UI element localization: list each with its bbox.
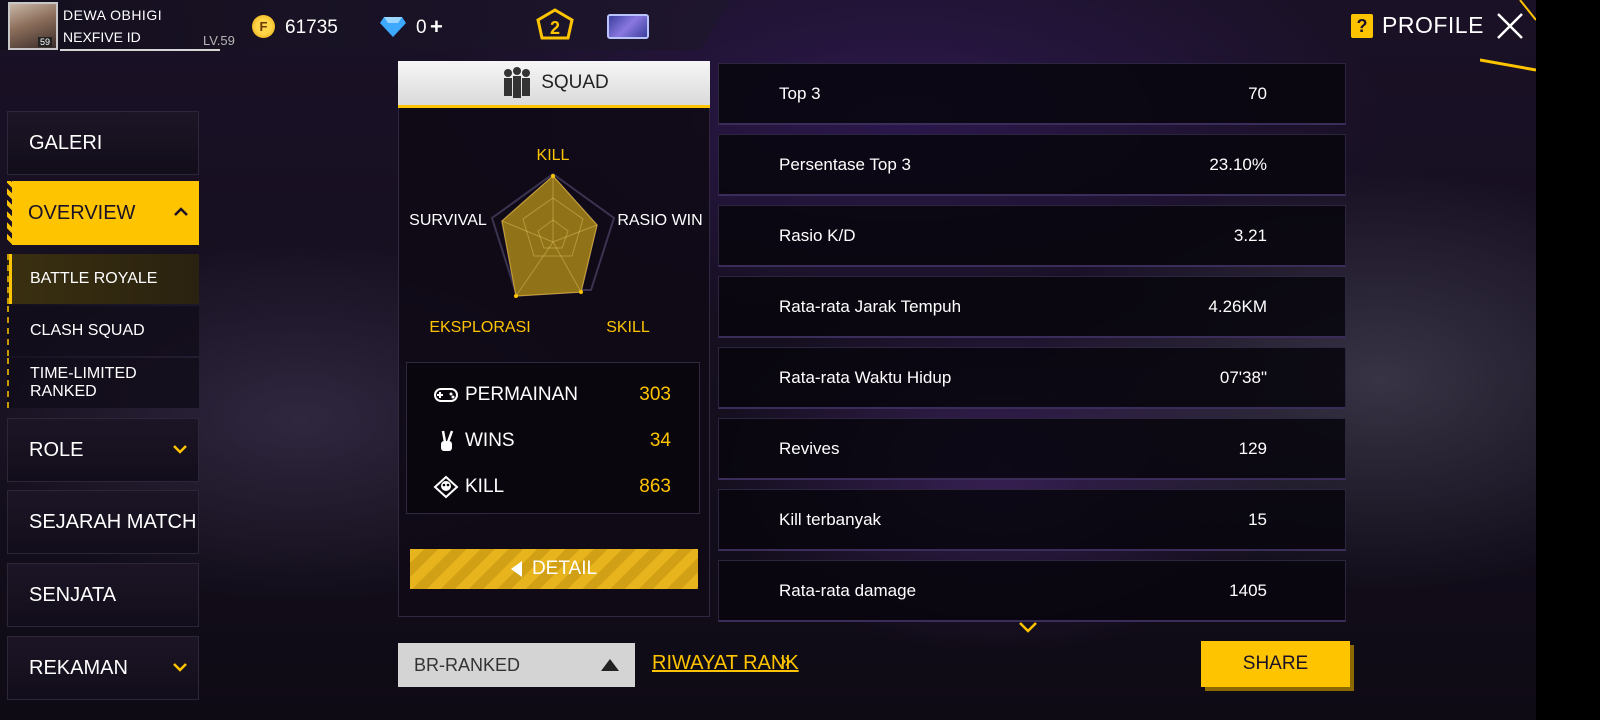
add-diamond-button[interactable]: + [430, 14, 443, 40]
sidebar-item-label: ROLE [29, 438, 84, 461]
page-title: PROFILE [1382, 12, 1484, 38]
stat-value: 1405 [1229, 581, 1267, 600]
share-button[interactable]: SHARE [1201, 641, 1350, 687]
stat-row: Revives 129 [718, 418, 1346, 480]
summary-value: 34 [649, 430, 671, 451]
stat-row: Rasio K/D 3.21 [718, 205, 1346, 267]
summary-row-wins: WINS 34 [433, 426, 683, 456]
player-name: DEWA OBHIGI [63, 7, 163, 23]
detail-button[interactable]: DETAIL [410, 549, 698, 589]
stat-label: Rata-rata Jarak Tempuh [779, 297, 962, 316]
radar-label-survival: SURVIVAL [409, 212, 487, 229]
stat-row: Rata-rata Jarak Tempuh 4.26KM [718, 276, 1346, 338]
chevron-down-icon [173, 663, 187, 672]
avatar-level: 59 [38, 37, 53, 47]
sidebar-item-label: SEJARAH MATCH [29, 510, 197, 533]
sidebar-subitem-time-limited-ranked[interactable]: TIME-LIMITED RANKED [7, 358, 199, 408]
sidebar-item-label: OVERVIEW [28, 201, 136, 224]
gold-coin-icon: F [252, 15, 275, 38]
tab-label: SQUAD [541, 72, 609, 93]
sidebar-item-galeri[interactable]: GALERI [7, 111, 199, 175]
sidebar-item-label: REKAMAN [29, 656, 128, 679]
sidebar-subitem-label: TIME-LIMITED RANKED [30, 365, 137, 400]
sidebar-item-overview[interactable]: OVERVIEW [7, 181, 199, 245]
sidebar-item-sejarah-match[interactable]: SEJARAH MATCH [7, 490, 199, 554]
detail-button-label: DETAIL [531, 558, 598, 579]
sidebar-item-label: GALERI [29, 131, 103, 154]
stat-row: Rata-rata Waktu Hidup 07'38" [718, 347, 1346, 409]
stat-label: Top 3 [779, 84, 821, 103]
stat-value: 3.21 [1233, 226, 1267, 245]
chevron-down-icon [173, 445, 187, 454]
stat-row: Rata-rata damage 1405 [718, 560, 1346, 622]
summary-value: 303 [639, 384, 671, 405]
stat-value: 23.10% [1209, 155, 1267, 174]
mode-select[interactable]: BR-RANKED [398, 643, 635, 687]
squad-icon [504, 67, 531, 98]
stat-row: Persentase Top 3 23.10% [718, 134, 1346, 196]
player-level: LV.59 [203, 33, 235, 48]
radar-chart: KILL RASIO WIN SKILL EKSPLORASI SURVIVAL [409, 147, 703, 336]
tab-squad[interactable]: SQUAD [398, 61, 710, 108]
stat-value: 4.26KM [1208, 297, 1267, 316]
screen-edge [1536, 0, 1600, 720]
skull-icon [433, 475, 459, 499]
summary-label: WINS [465, 430, 515, 451]
diamond-icon [380, 17, 406, 37]
sidebar-item-label: SENJATA [29, 583, 117, 606]
mode-select-value: BR-RANKED [414, 654, 521, 675]
sidebar-item-senjata[interactable]: SENJATA [7, 563, 199, 627]
share-button-label: SHARE [1242, 653, 1309, 674]
stat-row: Kill terbanyak 15 [718, 489, 1346, 551]
chevron-up-icon [174, 207, 188, 216]
scroll-down-icon[interactable] [1018, 620, 1038, 634]
stat-label: Kill terbanyak [779, 510, 882, 529]
radar-label-rasio-win: RASIO WIN [617, 212, 702, 229]
sidebar-subitem-label: CLASH SQUAD [30, 322, 145, 339]
stat-value: 129 [1238, 439, 1267, 458]
victory-hand-icon [441, 430, 454, 451]
sidebar-subitem-label: BATTLE ROYALE [30, 270, 158, 287]
radar-label-eksplorasi: EKSPLORASI [429, 319, 530, 336]
summary-value: 863 [639, 476, 671, 497]
stat-value: 70 [1248, 84, 1267, 103]
summary-box: PERMAINAN 303 WINS 34 KILL 863 [406, 362, 700, 514]
stat-label: Rasio K/D [779, 226, 856, 245]
sidebar-subitem-clash-squad[interactable]: CLASH SQUAD [7, 306, 199, 356]
rank-badge-icon[interactable]: 2 [534, 8, 576, 44]
exp-bar [60, 49, 220, 51]
stat-label: Rata-rata damage [779, 581, 917, 600]
stat-value: 07'38" [1219, 368, 1267, 387]
coin-count: 61735 [285, 17, 338, 38]
triangle-up-icon [601, 659, 619, 671]
arrow-left-icon [510, 561, 522, 577]
stat-value: 15 [1248, 510, 1267, 529]
stat-row: Top 3 70 [718, 63, 1346, 125]
double-chevron-right-icon: » [780, 650, 792, 672]
player-clan: NEXFIVE ID [63, 29, 141, 45]
sidebar-subitem-battle-royale[interactable]: BATTLE ROYALE [7, 254, 199, 304]
elite-pass-icon[interactable] [607, 14, 649, 39]
summary-label: KILL [465, 476, 505, 497]
corner-decoration [1480, 0, 1536, 72]
rank-history-link[interactable]: RIWAYAT RANK [652, 652, 799, 675]
gamepad-icon [434, 388, 458, 402]
summary-row-kill: KILL 863 [433, 472, 683, 502]
diamond-count: 0 [416, 17, 427, 38]
summary-row-permainan: PERMAINAN 303 [433, 380, 683, 410]
svg-text:2: 2 [550, 18, 560, 38]
stat-label: Rata-rata Waktu Hidup [779, 368, 952, 387]
help-icon[interactable]: ? [1351, 14, 1373, 38]
radar-label-kill: KILL [537, 147, 570, 164]
stat-label: Revives [779, 439, 840, 458]
sidebar-item-role[interactable]: ROLE [7, 418, 199, 482]
stat-label: Persentase Top 3 [779, 155, 911, 174]
radar-label-skill: SKILL [606, 319, 650, 336]
summary-label: PERMAINAN [465, 384, 578, 405]
sidebar-item-rekaman[interactable]: REKAMAN [7, 636, 199, 700]
